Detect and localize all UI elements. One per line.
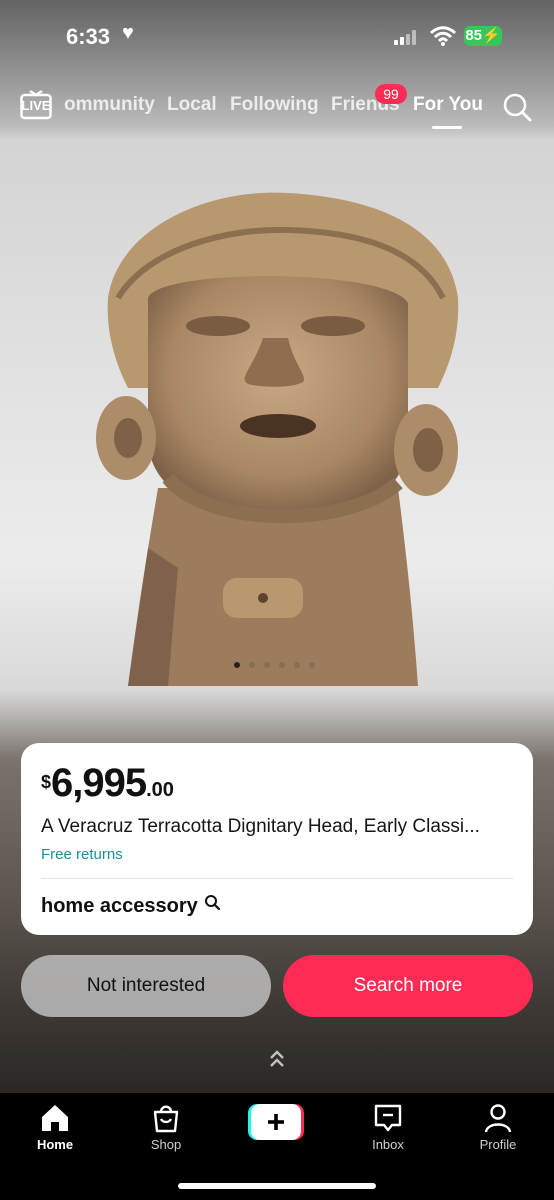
product-card[interactable]: $6,995.00 A Veracruz Terracotta Dignitar…	[21, 743, 533, 935]
create-post-button[interactable]	[248, 1104, 304, 1140]
chevron-up-icon[interactable]	[268, 1048, 286, 1070]
tab-following[interactable]: Following	[230, 94, 319, 116]
tab-profile-label: Profile	[479, 1137, 517, 1152]
price-currency: $	[41, 772, 52, 792]
shopping-bag-icon	[153, 1105, 179, 1133]
profile-icon	[484, 1104, 512, 1133]
carousel-dots	[234, 662, 324, 670]
top-nav: LIVE ommunity Local Following Friends 99…	[0, 84, 554, 129]
status-bar: 6:33 ♥ 85⚡	[0, 18, 554, 58]
status-time: 6:33	[66, 24, 111, 49]
home-icon	[42, 1105, 68, 1131]
tab-shop[interactable]: Shop	[126, 1103, 206, 1163]
product-title[interactable]: A Veracruz Terracotta Dignitary Head, Ea…	[41, 816, 511, 838]
price-cents: .00	[146, 779, 174, 801]
tab-home-label: Home	[36, 1137, 74, 1152]
home-indicator	[178, 1183, 376, 1189]
price-whole: 6,995	[51, 761, 147, 805]
carousel-dot	[264, 662, 270, 668]
battery-level: 85	[465, 27, 482, 44]
active-tab-indicator	[432, 126, 462, 129]
live-button[interactable]: LIVE	[20, 90, 52, 120]
carousel-dot	[309, 662, 315, 668]
tab-home[interactable]: Home	[15, 1103, 95, 1163]
search-icon[interactable]	[502, 92, 532, 122]
search-keyword-link[interactable]: home accessory	[41, 895, 198, 918]
tab-for-you[interactable]: For You	[413, 94, 483, 116]
tab-community[interactable]: ommunity	[64, 94, 155, 116]
battery-indicator: 85⚡	[464, 26, 502, 46]
heart-icon: ♥	[122, 22, 134, 44]
tab-shop-label: Shop	[150, 1137, 182, 1152]
not-interested-button[interactable]: Not interested	[21, 955, 271, 1017]
signal-icon	[394, 29, 420, 45]
tab-local[interactable]: Local	[167, 94, 217, 116]
search-icon	[205, 895, 220, 910]
inbox-icon	[374, 1104, 402, 1132]
bottom-tab-bar: Home Shop Inbox Profile	[0, 1093, 554, 1200]
carousel-dot	[279, 662, 285, 668]
carousel-dot	[294, 662, 300, 668]
carousel-dot	[234, 662, 240, 668]
carousel-dot	[249, 662, 255, 668]
tab-inbox[interactable]: Inbox	[348, 1103, 428, 1163]
terracotta-head-image	[96, 192, 459, 686]
search-more-button[interactable]: Search more	[283, 955, 533, 1017]
tab-inbox-label: Inbox	[372, 1137, 404, 1152]
card-divider	[41, 878, 513, 879]
free-returns-label: Free returns	[41, 846, 123, 863]
wifi-icon	[430, 26, 456, 46]
tab-profile[interactable]: Profile	[458, 1103, 538, 1163]
live-label: LIVE	[21, 98, 51, 113]
product-price: $6,995.00	[41, 761, 174, 806]
friends-badge: 99	[375, 84, 407, 104]
